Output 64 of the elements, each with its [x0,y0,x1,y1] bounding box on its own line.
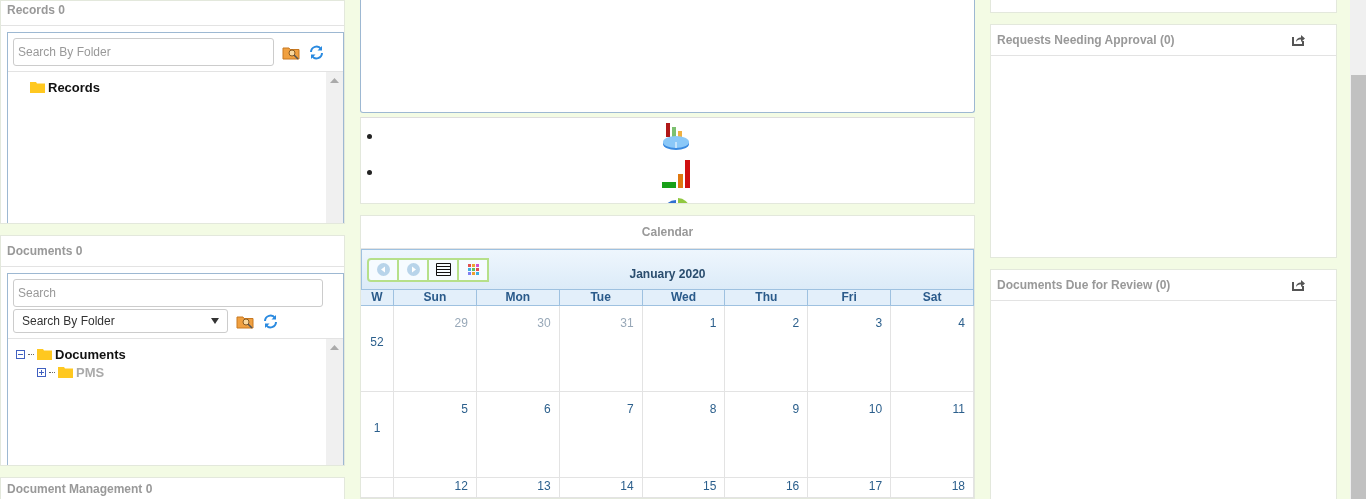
bar-chart-icon[interactable] [661,159,691,189]
folder-search-icon[interactable] [236,313,255,329]
folder-dropdown[interactable]: Search By Folder [13,309,228,333]
bar-pie-chart-icon[interactable] [661,123,691,153]
search-field[interactable]: Search [13,279,323,307]
grid-icon [467,264,479,275]
folder-search-icon[interactable] [282,44,301,60]
day-header: Tue [559,290,643,306]
date-cell[interactable]: 15 [642,478,726,498]
date-cell[interactable]: 11 [891,392,974,478]
search-field[interactable]: Search By Folder [13,38,274,66]
folder-icon [58,366,73,378]
date-cell[interactable]: 14 [559,478,643,498]
day-header: Wed [642,290,726,306]
month-title: January 2020 [628,267,707,281]
scrollbar[interactable] [326,339,343,465]
date-cell[interactable]: 9 [725,392,809,478]
refresh-icon[interactable] [263,313,278,329]
scrollbar[interactable] [326,72,343,223]
refresh-icon[interactable] [309,44,324,60]
scroll-up-icon[interactable] [330,345,339,350]
panel-title: Document Management 0 [7,482,153,496]
bullet-icon [367,170,372,175]
date-cell[interactable]: 2 [725,306,809,392]
date-cell[interactable]: 17 [808,478,892,498]
calendar-title: Calendar [641,225,694,239]
date-cell[interactable]: 1 [642,306,726,392]
week-number: 52 [361,306,394,392]
panel-title: Documents 0 [7,244,83,258]
folder-icon [37,348,52,360]
date-cell[interactable]: 5 [394,392,477,478]
date-cell[interactable]: 4 [891,306,974,392]
date-cell[interactable]: 12 [394,478,477,498]
date-cell[interactable]: 10 [808,392,892,478]
date-cell[interactable]: 13 [476,478,560,498]
tree-item[interactable]: Records [48,79,101,95]
day-header: Fri [808,290,892,306]
date-cell[interactable]: 7 [559,392,643,478]
date-cell[interactable]: 3 [808,306,892,392]
collapse-icon[interactable] [16,349,25,359]
date-cell[interactable]: 8 [642,392,726,478]
date-cell[interactable]: 18 [891,478,974,498]
day-header: Mon [476,290,560,306]
day-header: Thu [725,290,809,306]
panel-title: Documents Due for Review (0) [997,278,1171,292]
month-view-button[interactable] [457,257,489,282]
dropdown-arrow-icon [211,318,219,324]
date-cell[interactable]: 16 [725,478,809,498]
panel-title: Requests Needing Approval (0) [997,33,1175,47]
folder-icon [30,81,45,93]
week-column-header: W [361,290,394,306]
bullet-icon [367,134,372,139]
date-cell[interactable]: 6 [476,392,560,478]
week-number: 1 [361,392,394,478]
panel-title: Records 0 [7,3,66,17]
list-view-button[interactable] [427,257,459,282]
scroll-up-icon[interactable] [330,78,339,83]
scrollbar-thumb[interactable] [1351,75,1366,499]
tree-item[interactable]: Documents [55,346,126,362]
export-icon[interactable] [1292,279,1305,291]
list-icon [435,263,451,276]
export-icon[interactable] [1292,34,1305,46]
day-header: Sun [394,290,477,306]
day-header: Sat [891,290,974,306]
